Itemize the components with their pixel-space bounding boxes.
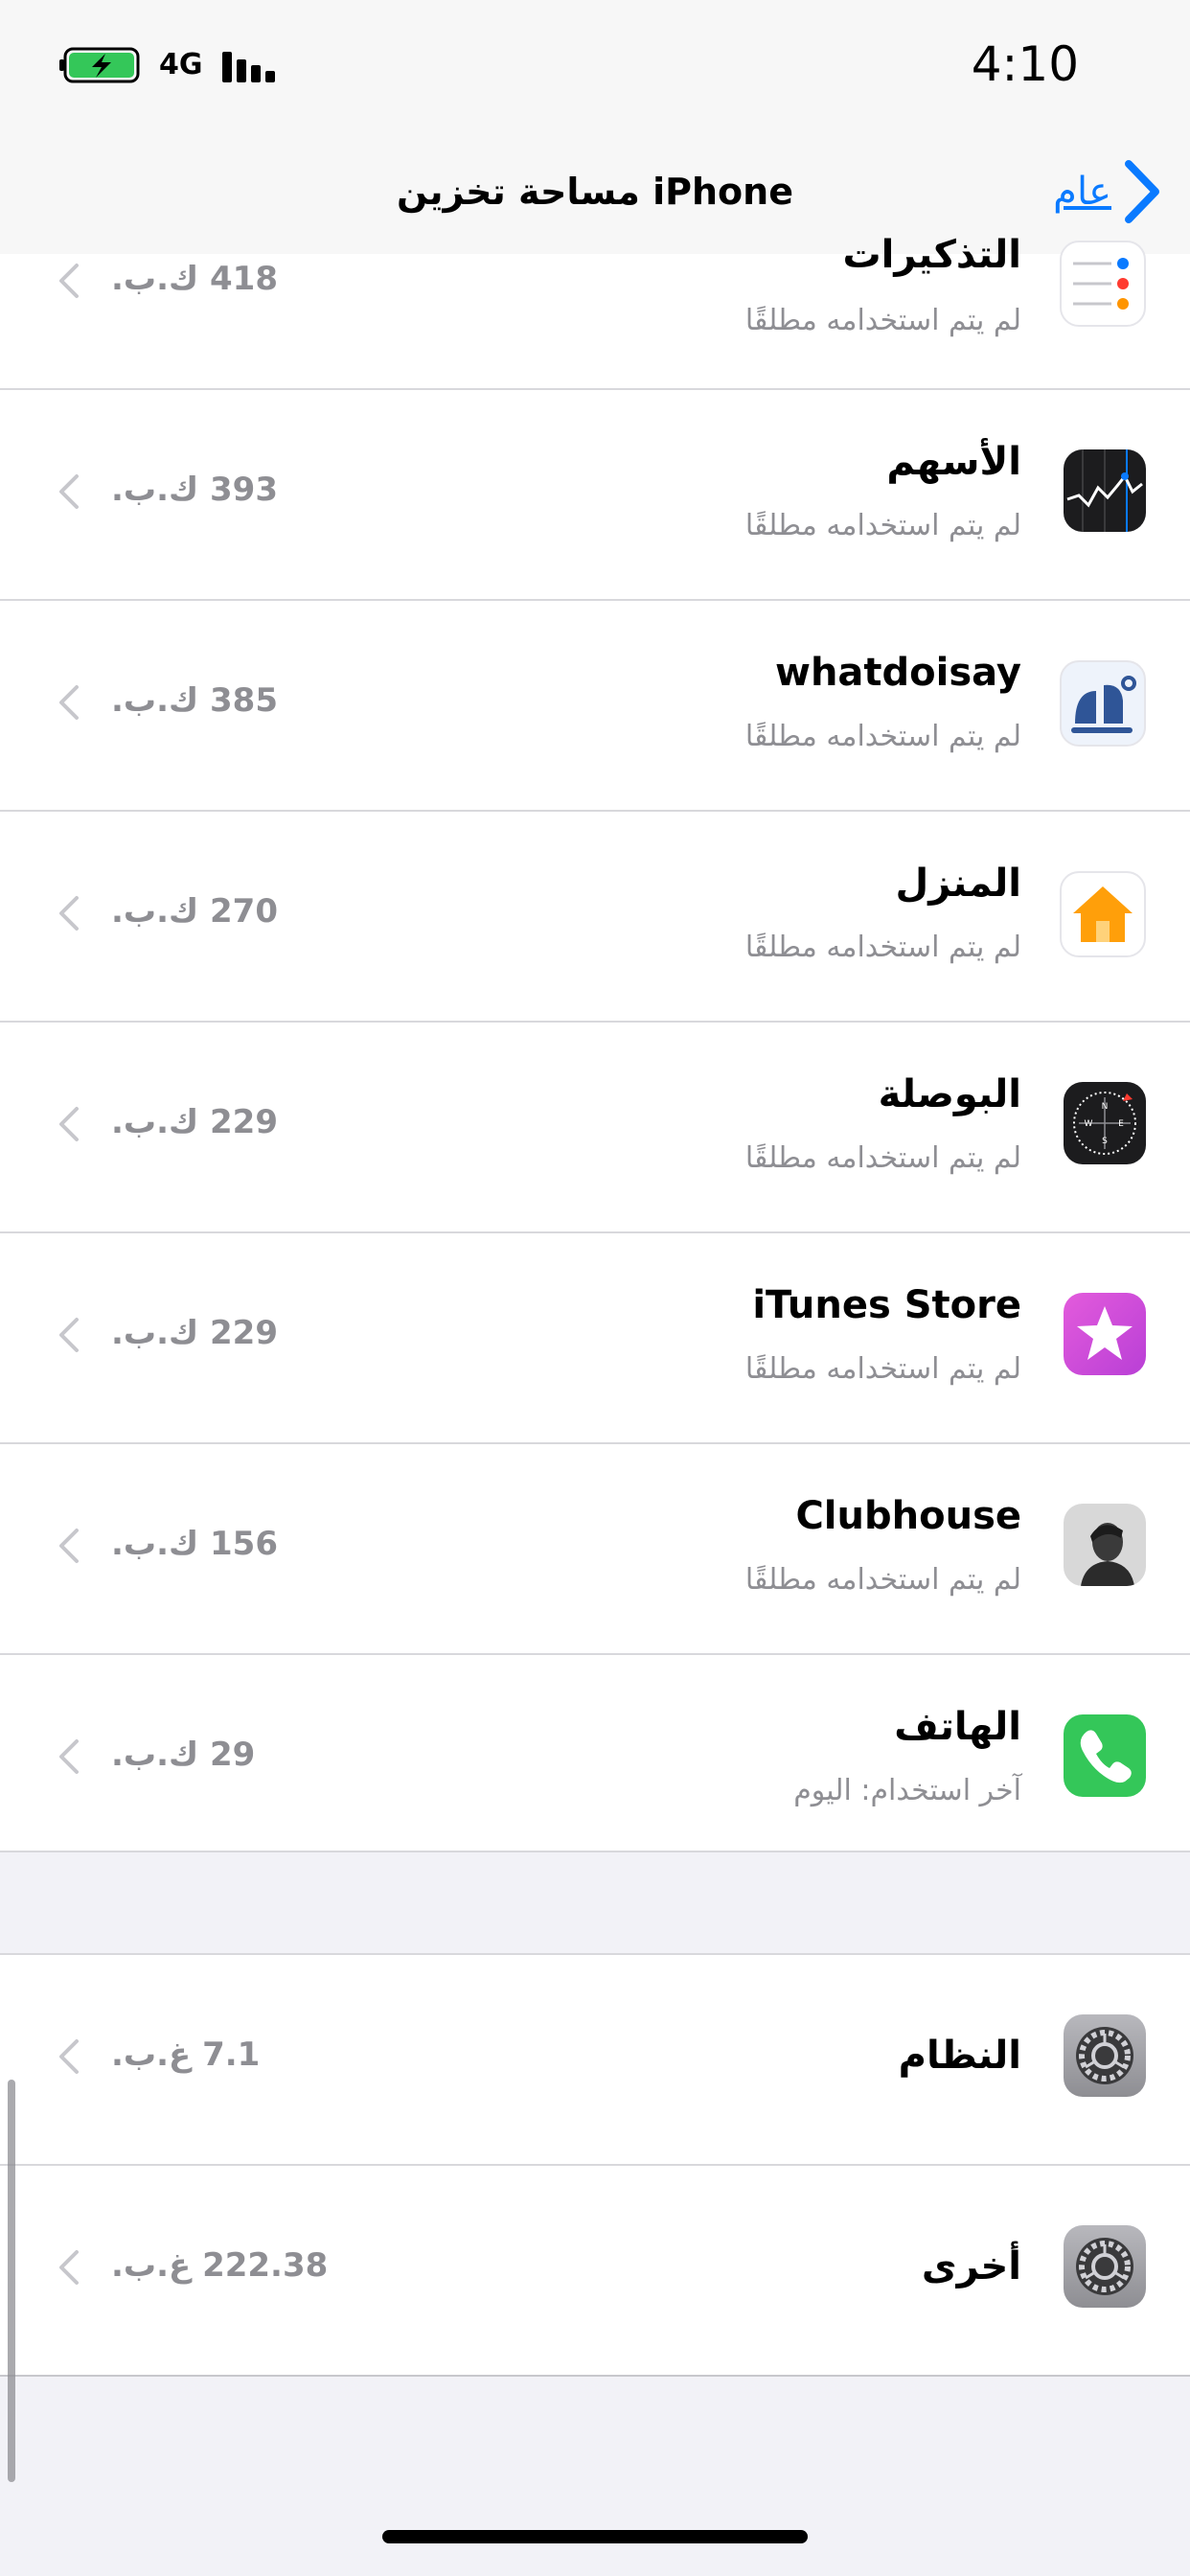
- chevron-left-icon: [59, 685, 79, 720]
- list-item[interactable]: N S W E البوصلة لم يتم استخدامه مطلقًا 2…: [0, 1023, 1190, 1233]
- list-item[interactable]: Clubhouse لم يتم استخدامه مطلقًا 156 ك.ب…: [0, 1444, 1190, 1655]
- app-name: النظام: [898, 2034, 1021, 2078]
- settings-gear-icon: [1064, 2225, 1146, 2308]
- home-icon: [1060, 871, 1146, 957]
- app-name: المنزل: [895, 862, 1021, 906]
- app-name: Clubhouse: [795, 1494, 1021, 1538]
- app-name: whatdoisay: [774, 651, 1021, 695]
- back-button[interactable]: عام: [1053, 153, 1163, 230]
- chevron-left-icon: [59, 2039, 79, 2074]
- svg-text:W: W: [1085, 1119, 1093, 1129]
- svg-text:S: S: [1102, 1137, 1108, 1146]
- list-item[interactable]: النظام 7.1 غ.ب.: [0, 1955, 1190, 2166]
- app-last-used: لم يتم استخدامه مطلقًا: [744, 1563, 1021, 1597]
- app-size: 156 ك.ب.: [111, 1525, 278, 1563]
- app-last-used: لم يتم استخدامه مطلقًا: [744, 931, 1021, 964]
- chevron-left-icon: [59, 1529, 79, 1563]
- app-size: 393 ك.ب.: [111, 471, 278, 509]
- app-size: 385 ك.ب.: [111, 681, 278, 720]
- app-last-used: لم يتم استخدامه مطلقًا: [744, 304, 1021, 337]
- app-size: 270 ك.ب.: [111, 892, 278, 931]
- settings-gear-icon: [1064, 2014, 1146, 2097]
- whatdoisay-icon: [1060, 660, 1146, 747]
- app-storage-list: التذكيرات لم يتم استخدامه مطلقًا 418 ك.ب…: [0, 233, 1190, 1866]
- compass-icon: N S W E: [1064, 1082, 1146, 1164]
- phone-icon: [1064, 1714, 1146, 1797]
- svg-text:N: N: [1102, 1102, 1109, 1112]
- signal-strength-icon: [222, 52, 276, 82]
- chevron-left-icon: [59, 1318, 79, 1352]
- app-name: البوصلة: [878, 1072, 1021, 1116]
- network-type: 4G: [159, 48, 203, 81]
- app-name: الأسهم: [886, 440, 1021, 484]
- app-size: 222.38 غ.ب.: [111, 2246, 329, 2285]
- app-last-used: لم يتم استخدامه مطلقًا: [744, 509, 1021, 542]
- list-item[interactable]: whatdoisay لم يتم استخدامه مطلقًا 385 ك.…: [0, 601, 1190, 812]
- chevron-left-icon: [59, 896, 79, 931]
- app-name: التذكيرات: [842, 233, 1021, 277]
- list-item[interactable]: التذكيرات لم يتم استخدامه مطلقًا 418 ك.ب…: [0, 233, 1190, 390]
- app-size: 29 ك.ب.: [111, 1736, 256, 1774]
- battery-charging-icon: [59, 47, 140, 83]
- reminders-icon: [1060, 241, 1146, 327]
- list-item[interactable]: المنزل لم يتم استخدامه مطلقًا 270 ك.ب.: [0, 812, 1190, 1023]
- app-size: 418 ك.ب.: [111, 260, 278, 298]
- scrollbar[interactable]: [8, 2080, 15, 2482]
- section-gap: [0, 1851, 1190, 1955]
- itunes-store-icon: [1064, 1293, 1146, 1375]
- list-item[interactable]: أخرى 222.38 غ.ب.: [0, 2166, 1190, 2377]
- status-time: 4:10: [971, 36, 1079, 92]
- app-last-used: لم يتم استخدامه مطلقًا: [744, 1352, 1021, 1386]
- chevron-left-icon: [59, 2250, 79, 2285]
- chevron-left-icon: [59, 1739, 79, 1774]
- home-indicator[interactable]: [382, 2530, 808, 2543]
- list-item[interactable]: iTunes Store لم يتم استخدامه مطلقًا 229 …: [0, 1233, 1190, 1444]
- stocks-icon: [1064, 449, 1146, 532]
- svg-text:E: E: [1118, 1119, 1124, 1129]
- chevron-left-icon: [59, 1107, 79, 1141]
- app-size: 7.1 غ.ب.: [111, 2036, 261, 2074]
- clubhouse-icon: [1064, 1504, 1146, 1586]
- status-bar: 4G 4:10: [0, 0, 1190, 134]
- list-item[interactable]: الأسهم لم يتم استخدامه مطلقًا 393 ك.ب.: [0, 390, 1190, 601]
- chevron-left-icon: [59, 264, 79, 298]
- app-last-used: لم يتم استخدامه مطلقًا: [744, 720, 1021, 753]
- chevron-left-icon: [59, 474, 79, 509]
- system-storage-list: النظام 7.1 غ.ب. أخرى 222.38 غ.ب.: [0, 1953, 1190, 2377]
- list-item[interactable]: الهاتف آخر استخدام: اليوم 29 ك.ب.: [0, 1655, 1190, 1866]
- app-size: 229 ك.ب.: [111, 1103, 278, 1141]
- app-size: 229 ك.ب.: [111, 1314, 278, 1352]
- app-name: الهاتف: [894, 1705, 1021, 1749]
- app-name: iTunes Store: [752, 1283, 1021, 1327]
- app-name: أخرى: [921, 2244, 1021, 2288]
- app-last-used: لم يتم استخدامه مطلقًا: [744, 1141, 1021, 1175]
- page-title: مساحة تخزين iPhone: [397, 171, 793, 213]
- chevron-right-icon: [1125, 160, 1159, 223]
- app-last-used: آخر استخدام: اليوم: [793, 1774, 1021, 1807]
- back-button-label: عام: [1053, 170, 1111, 214]
